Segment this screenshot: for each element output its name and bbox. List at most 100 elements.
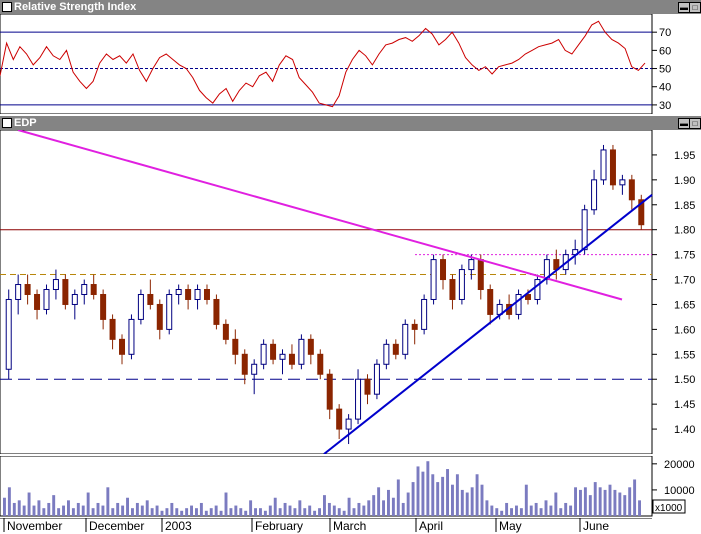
rsi-panel-menu-icon[interactable] [2, 2, 12, 12]
volume-bar [510, 508, 513, 516]
volume-bar [593, 482, 597, 516]
volume-bar [57, 508, 61, 516]
candle-down [477, 259, 484, 291]
candle-down [119, 338, 126, 355]
volume-bar [579, 489, 582, 516]
volume-bar [416, 466, 420, 516]
volume-bar [308, 505, 312, 516]
candle-down [609, 149, 616, 186]
rsi-panel-title: Relative Strength Index [14, 1, 137, 13]
volume-bar [180, 510, 184, 516]
volume-bar [524, 484, 528, 516]
volume-bar [7, 487, 11, 516]
price-panel-title: EDP [14, 117, 37, 129]
volume-bar [239, 508, 243, 516]
candle-up [534, 279, 541, 300]
month-label: May [499, 519, 522, 533]
volume-bar [81, 505, 85, 516]
volume-bar [534, 502, 538, 516]
candle-up [279, 353, 286, 360]
candle-down [449, 279, 456, 300]
volume-bar [618, 492, 622, 516]
candle-up [298, 338, 305, 365]
volume-bar [608, 484, 612, 516]
candle-down [392, 343, 399, 355]
price-tick-label: 1.85 [674, 200, 695, 212]
volume-bar [327, 502, 331, 516]
candle-up [421, 298, 428, 330]
month-label: April [419, 519, 443, 533]
volume-bar [318, 508, 321, 516]
candle-up [251, 363, 258, 375]
volume-bar [195, 508, 198, 516]
month-label: 2003 [165, 519, 192, 533]
candle-down [213, 298, 220, 325]
volume-bar [268, 505, 272, 516]
volume-bar [67, 500, 70, 516]
price-panel-titlebar[interactable]: EDP ▬ □ [0, 116, 701, 130]
volume-bar [406, 492, 410, 516]
candle-up [515, 293, 522, 315]
rsi-panel-titlebar[interactable]: Relative Strength Index ▬ □ [0, 0, 701, 14]
candle-down [326, 373, 333, 410]
volume-bar [254, 508, 257, 516]
volume-bar [209, 508, 213, 516]
price-tick-label: 1.95 [674, 150, 695, 162]
volume-bar [362, 505, 366, 516]
volume-bar [303, 508, 307, 516]
candle-up [383, 343, 390, 365]
volume-bar [441, 476, 445, 516]
volume-bar [588, 495, 592, 516]
candle-down [100, 293, 107, 320]
volume-bar [22, 505, 26, 516]
candle-up [355, 378, 362, 420]
volume-bar [165, 508, 169, 516]
volume-bar [549, 505, 553, 516]
volume-bar [391, 497, 395, 516]
candle-up [15, 284, 22, 300]
price-maximize-icon[interactable]: □ [689, 118, 701, 129]
volume-bar [126, 497, 129, 516]
volume-bar [436, 482, 440, 516]
volume-bar [116, 502, 120, 516]
candle-up [52, 279, 59, 291]
volume-bar [298, 500, 302, 516]
volume-bar [170, 502, 174, 516]
month-label: June [583, 519, 609, 533]
volume-bar [623, 495, 627, 516]
volume-bar [387, 489, 390, 516]
volume-bar [431, 474, 435, 516]
price-tick-label: 1.50 [674, 374, 695, 386]
volume-bar [150, 508, 154, 516]
candle-down [109, 318, 116, 340]
volume-bar [111, 508, 115, 516]
candle-down [440, 259, 447, 281]
volume-bar [515, 505, 518, 516]
volume-bar [352, 508, 356, 516]
volume-bar [71, 508, 75, 516]
price-tick-label: 1.55 [674, 349, 695, 361]
volume-bar [121, 505, 125, 516]
volume-bar [131, 508, 134, 516]
volume-bar [583, 487, 587, 516]
candle-down [185, 289, 192, 300]
candle-up [402, 323, 409, 355]
volume-bar [367, 500, 371, 516]
date-axis: November December 2003 February March April Ma… [0, 518, 652, 533]
volume-bar [569, 505, 573, 516]
volume-bar [3, 497, 6, 516]
volume-unit-label: x1000 [655, 503, 683, 514]
candle-up [81, 284, 88, 295]
volume-bar [244, 510, 248, 516]
volume-bar [628, 487, 632, 516]
rsi-maximize-icon[interactable]: □ [689, 2, 701, 13]
price-tick-label: 1.45 [674, 399, 695, 411]
rsi-tick-label: 70 [659, 27, 671, 39]
volume-bar [17, 500, 21, 516]
candle-down [62, 279, 69, 305]
volume-bar [505, 502, 509, 516]
volume-bar [190, 505, 193, 516]
price-panel-menu-icon[interactable] [2, 118, 12, 128]
volume-chart: 20000 10000 x1000 [0, 456, 695, 517]
rsi-tick-label: 60 [659, 45, 671, 57]
